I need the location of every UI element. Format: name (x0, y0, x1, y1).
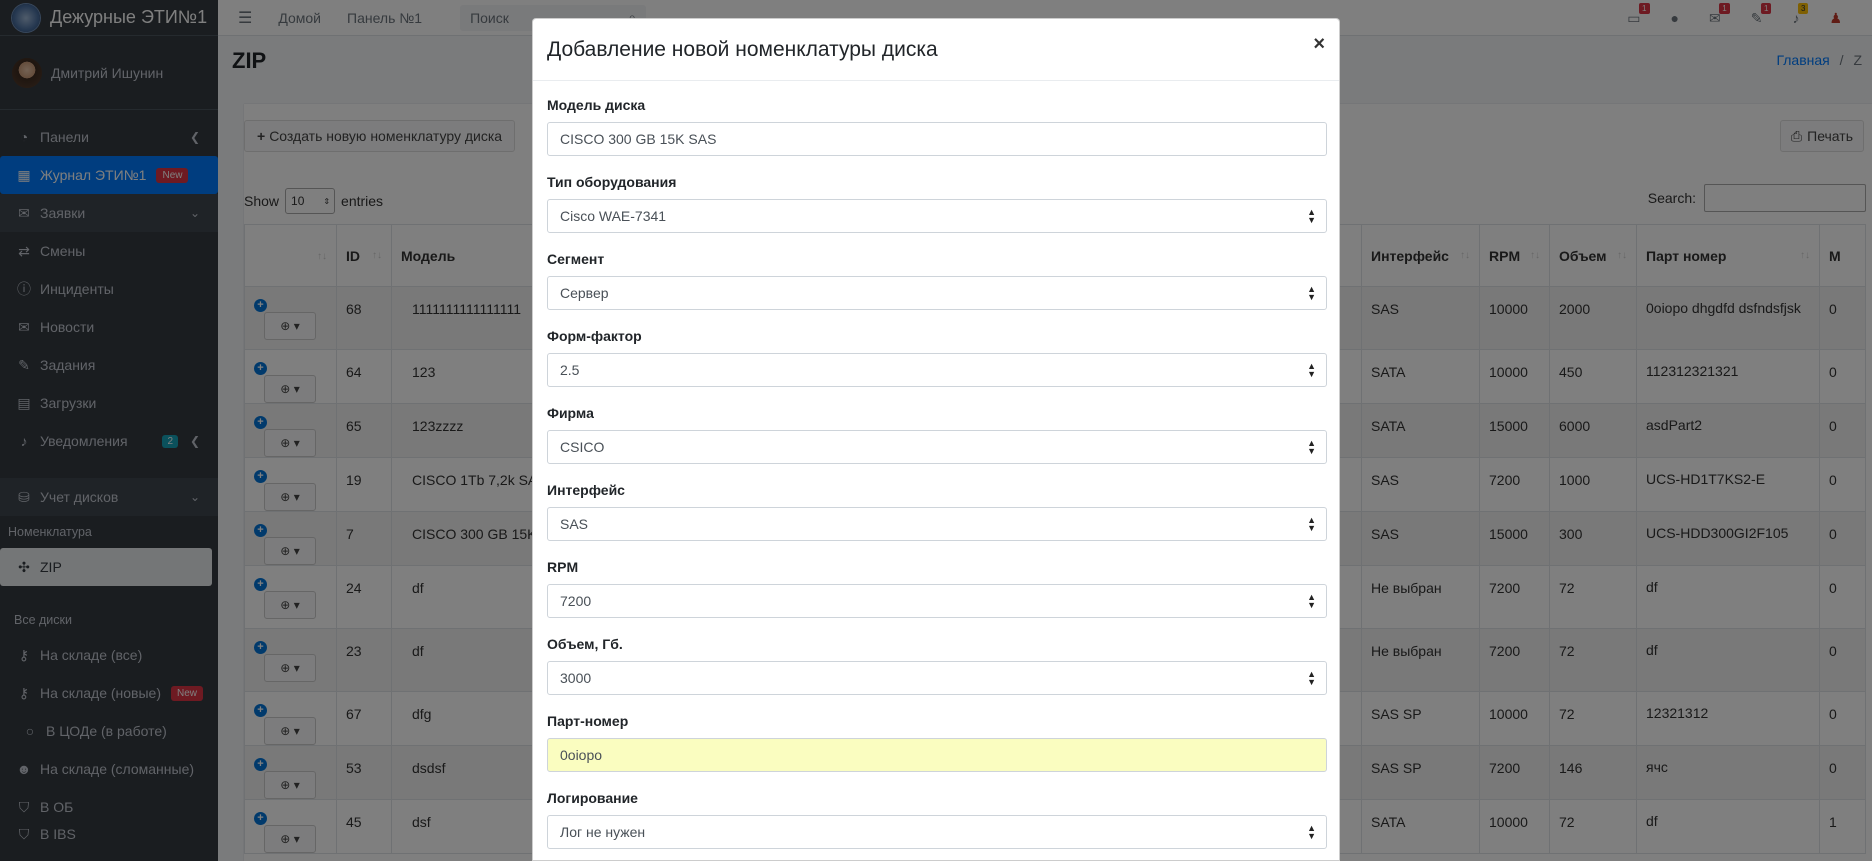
form-factor-select[interactable]: 2.5 ▲ ▼ (547, 353, 1327, 387)
field-label: Парт-номер (547, 713, 629, 729)
field-equipment-type: Тип оборудования Cisco WAE-7341 ▲ ▼ (547, 172, 1327, 249)
select-caret-icon: ▲ ▼ (1307, 669, 1316, 687)
model-input[interactable]: CISCO 300 GB 15K SAS (547, 122, 1327, 156)
modal-header: Добавление новой номенклатуры диска (533, 19, 1339, 81)
select-caret-icon: ▲ ▼ (1307, 361, 1316, 379)
select-caret-icon: ▲ ▼ (1307, 284, 1316, 302)
logging-select[interactable]: Лог не нужен ▲ ▼ (547, 815, 1327, 849)
volume-select[interactable]: 3000 ▲ ▼ (547, 661, 1327, 695)
close-icon[interactable]: × (1313, 33, 1325, 56)
field-label: Форм-фактор (547, 328, 642, 344)
field-label: Тип оборудования (547, 174, 677, 190)
field-vendor: Фирма CSICO ▲ ▼ (547, 403, 1327, 480)
interface-select[interactable]: SAS ▲ ▼ (547, 507, 1327, 541)
field-logging: Логирование Лог не нужен ▲ ▼ (547, 788, 1327, 861)
add-nomenclature-modal: Добавление новой номенклатуры диска × Мо… (532, 18, 1340, 861)
app: Дежурные ЭТИ№1 Дмитрий Ишунин ◔Панели❮ ▦… (0, 0, 1872, 861)
select-caret-icon: ▲ ▼ (1307, 823, 1316, 841)
modal-body: Модель диска CISCO 300 GB 15K SAS Тип об… (533, 81, 1339, 861)
modal-title: Добавление новой номенклатуры диска (547, 37, 938, 61)
select-caret-icon: ▲ ▼ (1307, 592, 1316, 610)
field-label: Сегмент (547, 251, 605, 267)
rpm-select[interactable]: 7200 ▲ ▼ (547, 584, 1327, 618)
field-rpm: RPM 7200 ▲ ▼ (547, 557, 1327, 634)
select-caret-icon: ▲ ▼ (1307, 438, 1316, 456)
field-form-factor: Форм-фактор 2.5 ▲ ▼ (547, 326, 1327, 403)
select-caret-icon: ▲ ▼ (1307, 515, 1316, 533)
field-model: Модель диска CISCO 300 GB 15K SAS (547, 95, 1327, 172)
field-label: Объем, Гб. (547, 636, 623, 652)
field-label: RPM (547, 559, 579, 575)
equipment-type-select[interactable]: Cisco WAE-7341 ▲ ▼ (547, 199, 1327, 233)
vendor-select[interactable]: CSICO ▲ ▼ (547, 430, 1327, 464)
field-volume: Объем, Гб. 3000 ▲ ▼ (547, 634, 1327, 711)
field-label: Модель диска (547, 97, 646, 113)
field-interface: Интерфейс SAS ▲ ▼ (547, 480, 1327, 557)
field-label: Логирование (547, 790, 638, 806)
field-label: Фирма (547, 405, 594, 421)
field-part-number: Парт-номер 0oiopo (547, 711, 1327, 788)
field-segment: Сегмент Сервер ▲ ▼ (547, 249, 1327, 326)
field-label: Интерфейс (547, 482, 625, 498)
select-caret-icon: ▲ ▼ (1307, 207, 1316, 225)
segment-select[interactable]: Сервер ▲ ▼ (547, 276, 1327, 310)
part-number-input[interactable]: 0oiopo (547, 738, 1327, 772)
